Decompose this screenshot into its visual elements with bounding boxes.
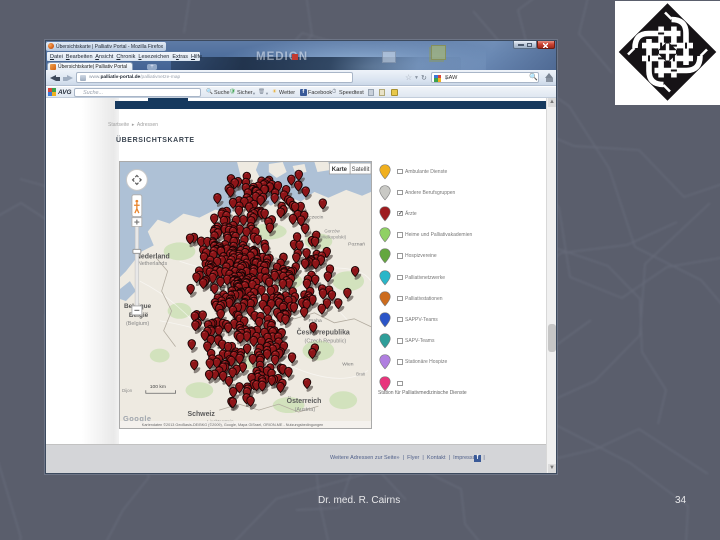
- svg-text:Karte: Karte: [332, 167, 348, 173]
- svg-text:Österreich: Österreich: [287, 396, 322, 405]
- svg-text:(Czech Republic): (Czech Republic): [305, 339, 347, 345]
- svg-text:Schweiz: Schweiz: [187, 411, 215, 418]
- svg-text:Satellit: Satellit: [352, 167, 370, 173]
- svg-text:(Wielkopolski): (Wielkopolski): [318, 234, 346, 239]
- svg-text:100 km: 100 km: [150, 384, 166, 390]
- svg-text:(Austria): (Austria): [295, 407, 316, 413]
- svg-text:Dijon: Dijon: [122, 388, 133, 393]
- svg-text:Česká republika: Česká republika: [297, 328, 350, 337]
- svg-text:Kartendaten ©2013 GeoBasis-DE/: Kartendaten ©2013 GeoBasis-DE/BKG (©2009…: [142, 423, 323, 427]
- svg-text:Poznań: Poznań: [348, 241, 365, 247]
- svg-text:(Belgium): (Belgium): [126, 321, 149, 327]
- svg-text:Nederland: Nederland: [136, 253, 170, 260]
- svg-text:Netherlands: Netherlands: [138, 261, 168, 267]
- svg-text:Gorzów: Gorzów: [324, 228, 340, 233]
- svg-text:Brati: Brati: [356, 371, 365, 376]
- svg-text:Wien: Wien: [342, 361, 354, 367]
